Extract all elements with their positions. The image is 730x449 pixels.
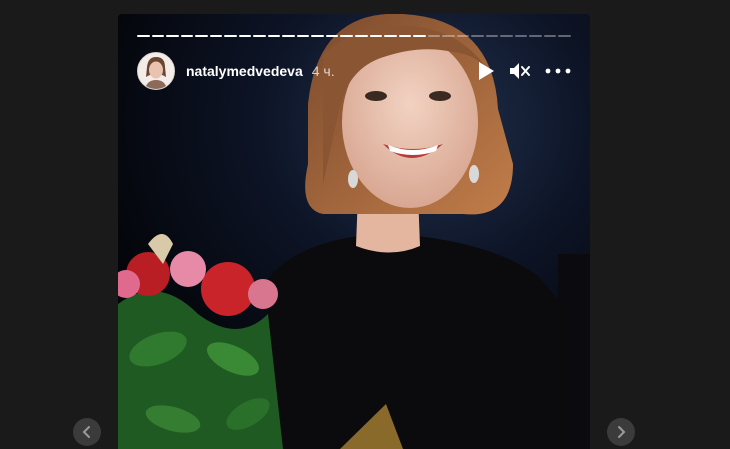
progress-segment [529, 35, 542, 37]
more-options-icon[interactable] [545, 68, 571, 74]
story-timestamp: 4 ч. [311, 63, 335, 79]
progress-segment [209, 35, 223, 37]
username[interactable]: natalymedvedeva [186, 63, 303, 79]
mute-icon[interactable] [509, 61, 531, 81]
progress-segment [296, 35, 310, 37]
progress-segment [195, 35, 208, 37]
progress-segment [384, 35, 397, 37]
progress-segment [151, 35, 165, 37]
progress-segment [369, 35, 383, 37]
progress-segment [166, 35, 179, 37]
progress-segment [456, 35, 470, 37]
chevron-right-icon [618, 426, 626, 438]
progress-segment [340, 35, 353, 37]
progress-segment [354, 35, 368, 37]
progress-segment [442, 35, 455, 37]
progress-segment [137, 35, 150, 37]
progress-segment [485, 35, 499, 37]
progress-segment [224, 35, 237, 37]
progress-segment [427, 35, 441, 37]
progress-segment [180, 35, 194, 37]
progress-segment [311, 35, 324, 37]
progress-segment [543, 35, 557, 37]
story-header: natalymedvedeva 4 ч. [137, 52, 571, 90]
progress-segment [238, 35, 252, 37]
progress-segment [514, 35, 528, 37]
story-progress-bar [137, 35, 571, 38]
story-viewer[interactable]: natalymedvedeva 4 ч. [118, 14, 590, 449]
next-story-button[interactable] [607, 418, 635, 446]
progress-segment [413, 35, 426, 37]
progress-segment [471, 35, 484, 37]
story-controls [477, 61, 571, 81]
progress-segment [500, 35, 513, 37]
progress-segment [398, 35, 412, 37]
avatar[interactable] [137, 52, 175, 90]
progress-segment [267, 35, 281, 37]
previous-story-button[interactable] [73, 418, 101, 446]
progress-segment [558, 35, 571, 37]
progress-segment [282, 35, 295, 37]
progress-segment [325, 35, 339, 37]
progress-segment [253, 35, 266, 37]
play-icon[interactable] [477, 61, 495, 81]
chevron-left-icon [82, 426, 90, 438]
